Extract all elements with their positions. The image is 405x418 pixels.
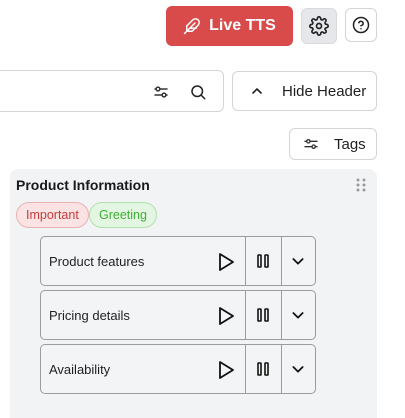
chevron-down-icon — [292, 312, 304, 319]
play-icon[interactable] — [217, 360, 235, 380]
filter-sliders-icon[interactable] — [152, 83, 170, 101]
chevron-down-icon — [292, 258, 304, 265]
list-item: Product features — [40, 236, 316, 286]
tags-button[interactable]: Tags — [289, 128, 377, 160]
tags-label: Tags — [334, 135, 366, 153]
hide-header-button[interactable]: Hide Header — [232, 71, 377, 111]
pause-icon — [257, 362, 270, 376]
pause-icon — [257, 308, 270, 322]
item-label: Pricing details — [49, 307, 130, 323]
list-item: Availability — [40, 344, 316, 394]
filter-sliders-icon — [304, 139, 318, 149]
search-box — [0, 70, 224, 112]
hide-header-label: Hide Header — [282, 82, 367, 100]
tag-important[interactable]: Important — [16, 202, 89, 228]
settings-button[interactable] — [301, 8, 337, 44]
drag-handle-icon[interactable] — [355, 177, 367, 193]
card-title: Product Information — [16, 177, 150, 193]
help-icon — [352, 16, 370, 34]
play-icon[interactable] — [217, 252, 235, 272]
live-tts-button[interactable]: Live TTS — [166, 6, 293, 46]
item-label: Availability — [49, 361, 111, 377]
play-icon[interactable] — [217, 306, 235, 326]
product-information-card: Product Information Important Greeting P… — [10, 169, 377, 418]
tag-greeting[interactable]: Greeting — [89, 202, 157, 228]
pause-button[interactable] — [245, 237, 281, 285]
list-item: Pricing details — [40, 290, 316, 340]
chevron-down-icon — [292, 366, 304, 373]
live-tts-label: Live TTS — [209, 17, 276, 34]
expand-button[interactable] — [280, 345, 316, 393]
gear-icon — [309, 16, 329, 36]
feather-icon — [183, 18, 201, 35]
help-button[interactable] — [345, 8, 377, 42]
expand-button[interactable] — [280, 291, 316, 339]
expand-button[interactable] — [280, 237, 316, 285]
item-label: Product features — [49, 253, 145, 269]
pause-button[interactable] — [245, 345, 281, 393]
search-icon[interactable] — [189, 83, 207, 101]
pause-button[interactable] — [245, 291, 281, 339]
pause-icon — [257, 254, 270, 268]
search-input[interactable] — [5, 79, 145, 103]
chevron-up-icon — [252, 88, 262, 94]
